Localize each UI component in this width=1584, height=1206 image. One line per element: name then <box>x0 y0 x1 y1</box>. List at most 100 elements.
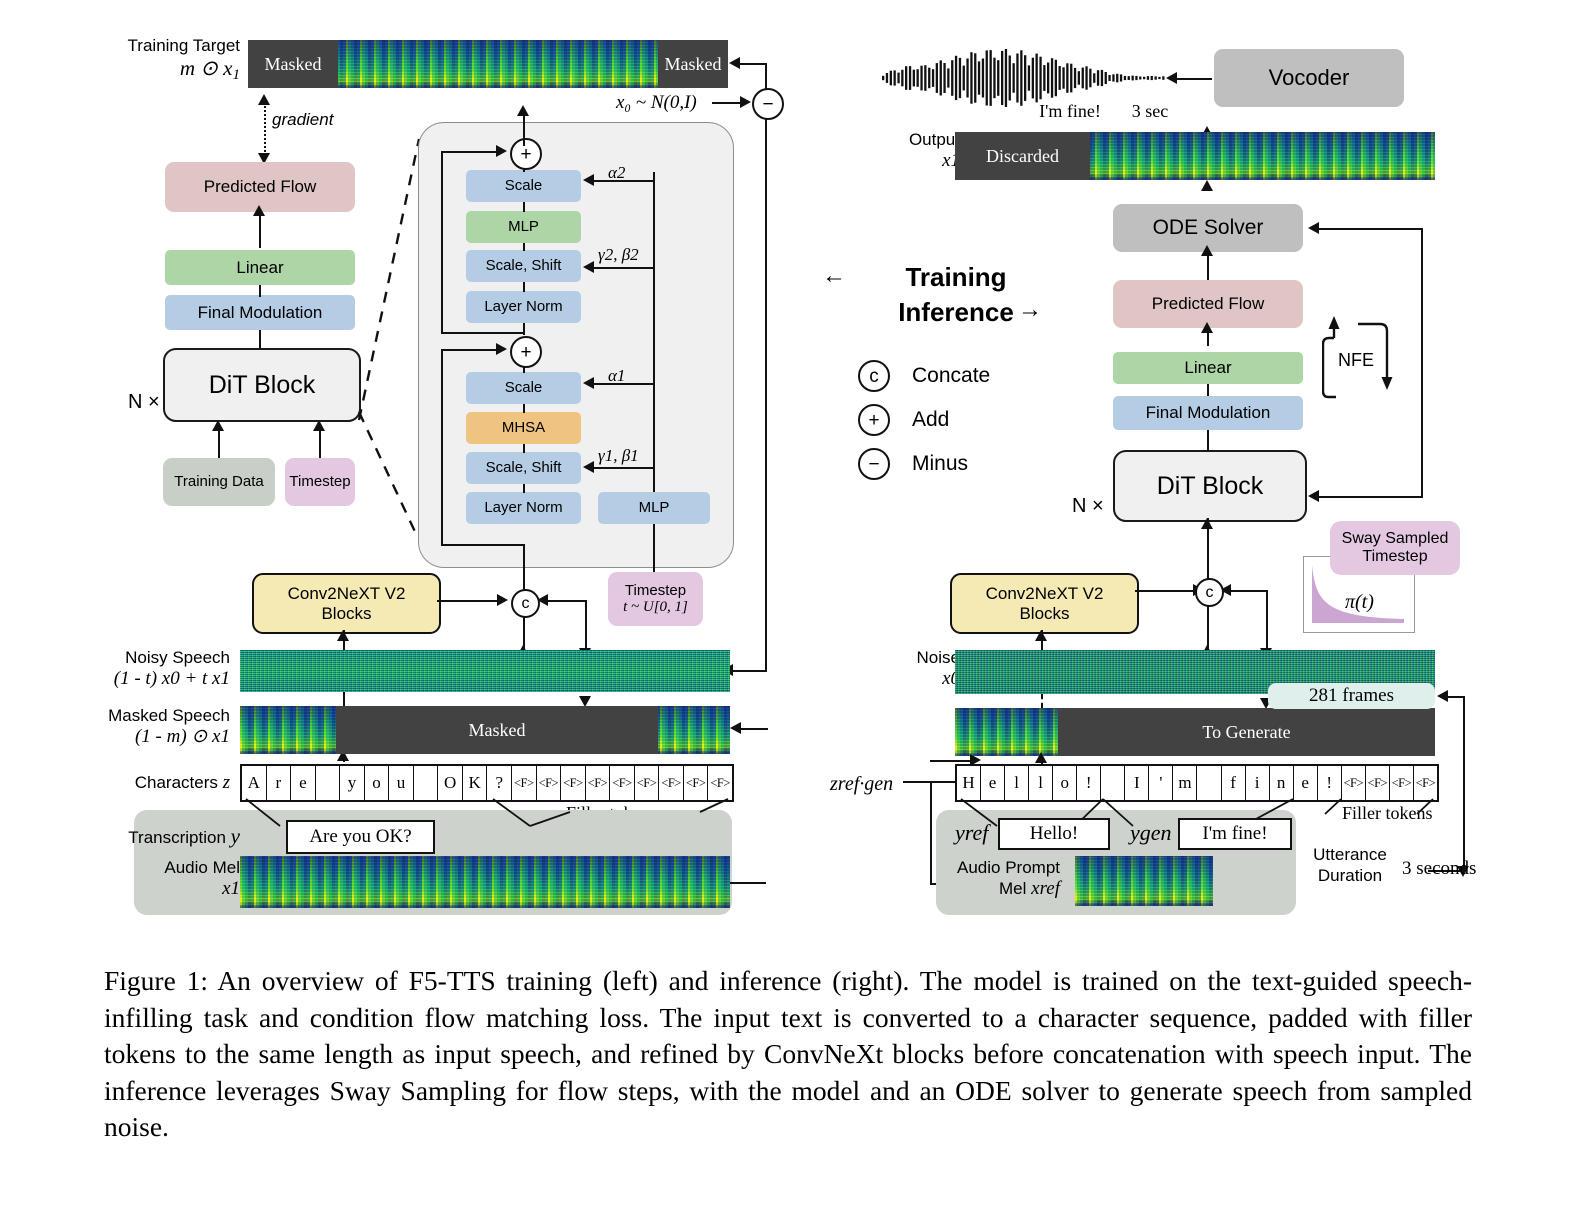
training-timestep-block: Timestep <box>285 458 355 506</box>
legend-item-concate: c Concate <box>858 360 990 392</box>
noisy-speech-feed-line <box>730 670 767 672</box>
lin-fm-line <box>259 285 261 297</box>
training-data-block: Training Data <box>163 458 275 506</box>
residual-bot-h2 <box>441 544 523 546</box>
noise-to-minus-line <box>712 102 742 104</box>
gb1-line <box>592 467 654 469</box>
residual-bot-v <box>441 349 443 546</box>
character-cell: e <box>291 766 316 800</box>
dit-scale-bot: Scale <box>466 372 581 404</box>
flow-to-ode-arrow <box>1201 245 1213 256</box>
dit-mhsa-block: MHSA <box>466 412 581 444</box>
dit-dash-4 <box>523 282 525 292</box>
sway-line-1: Sway Sampled <box>1341 529 1449 547</box>
gradient-arrow-up <box>258 94 270 105</box>
audio-prompt-mel <box>1075 856 1213 906</box>
filler-token-cell: <F> <box>684 766 709 800</box>
timestep-dist: t ~ U[0, 1] <box>623 599 688 615</box>
filler-token-cell: <F> <box>586 766 611 800</box>
dit-zoom-connectors-2 <box>355 410 425 540</box>
filler-token-cell: <F> <box>1342 766 1366 800</box>
masked-left-badge: Masked <box>248 40 338 88</box>
character-cell: l <box>1029 766 1054 800</box>
dit-scale-top: Scale <box>466 170 581 202</box>
utterance-duration-label: Utterance Duration <box>1313 845 1387 886</box>
filler-token-cell: <F> <box>659 766 684 800</box>
concate-label: Concate <box>912 364 991 387</box>
inference-direction-arrow: → <box>1018 296 1042 323</box>
minus-to-target-arrow <box>729 57 740 69</box>
character-cell: f <box>1222 766 1246 800</box>
nfe-feedback-h-top <box>1318 228 1423 230</box>
dit-scale-shift-top: Scale, Shift <box>466 250 581 282</box>
legend-training-label: Training <box>905 262 1007 292</box>
residual-bot-h <box>441 349 499 351</box>
linear-to-flow-line <box>259 212 261 248</box>
masked-dash <box>343 692 345 706</box>
gb2-label: γ2, β2 <box>598 245 639 264</box>
timestep-title: Timestep <box>624 581 687 599</box>
audio-mel-out-h <box>730 882 766 884</box>
inference-linear-block: Linear <box>1113 352 1303 384</box>
flow-to-ode-line <box>1207 252 1209 280</box>
noise-source-label: x₀ ~ N(0,I) <box>616 92 697 113</box>
character-cell: K <box>463 766 488 800</box>
sway-line-2: Timestep <box>1362 548 1428 565</box>
minus-down-line <box>765 116 767 672</box>
inf-chars-up-arrowhead <box>1035 752 1047 763</box>
training-audio-mel <box>240 856 730 908</box>
residual-top-h2 <box>441 332 523 334</box>
convnext-line-1: Conv2NeXT V2 <box>287 583 406 603</box>
figure-canvas: Training Target m ⊙ x1 Masked Masked gra… <box>0 0 1584 1206</box>
to-generate-badge: To Generate <box>1058 708 1435 756</box>
gb2-arrow <box>583 261 594 273</box>
filler-token-cell: <F> <box>710 775 730 790</box>
minus-node: − <box>752 88 784 120</box>
masked-speech-mask-badge: Masked <box>336 706 658 754</box>
character-cell <box>1197 766 1222 800</box>
masked-speech-feed-arrow <box>730 722 741 734</box>
utterance-duration-value: 3 seconds <box>1402 858 1477 879</box>
linear-to-flow-arrow-r <box>1201 322 1213 333</box>
dit-dash-3 <box>523 243 525 251</box>
mod-bus-up <box>653 172 655 492</box>
dit-layer-norm-bot: Layer Norm <box>466 492 581 524</box>
y-gen-textbox: I'm fine! <box>1178 818 1292 850</box>
dit-dash-7 <box>523 404 525 413</box>
masked-speech-feed-line <box>738 728 768 730</box>
z-ref-gen-label: zref·gen <box>830 773 894 795</box>
sway-pi-label: π(t) <box>1345 591 1374 613</box>
sway-sampled-timestep-block: Sway Sampled Timestep <box>1330 521 1460 575</box>
character-cell: ! <box>1318 766 1342 800</box>
legend-item-minus: − Minus <box>858 448 968 480</box>
add-node-top: + <box>510 138 542 170</box>
character-cell: H <box>957 766 982 800</box>
minus-top-vline <box>765 63 767 90</box>
dit-dash-2 <box>523 202 525 212</box>
filler-token-cell: <F> <box>635 766 660 800</box>
dit-layer-norm-top: Layer Norm <box>466 291 581 323</box>
masked-right-badge: Masked <box>658 40 728 88</box>
noise-to-minus-arrow <box>740 96 751 108</box>
duration-v-line <box>1463 696 1465 872</box>
character-cell: ! <box>1077 766 1102 800</box>
minus-top-line <box>740 63 767 65</box>
figure-caption: Figure 1: An overview of F5-TTS training… <box>104 965 1472 1143</box>
vocoder-to-wave-arrow <box>1166 72 1177 84</box>
training-character-strip: Ar e y o u O K? <F> <F> <F> <F> <F> <F> <F> <F> <F> <box>240 764 734 802</box>
inference-n-times-label: N × <box>1072 495 1104 517</box>
frames-badge: 281 frames <box>1268 683 1435 709</box>
z-label-h-top <box>930 760 974 762</box>
nfe-feedback-arrow-bot <box>1308 490 1319 502</box>
dit-mlp-block: MLP <box>466 211 581 243</box>
linear-fm-dash <box>1207 384 1209 396</box>
character-cell: O <box>438 766 463 800</box>
alpha2-label: α2 <box>608 163 626 182</box>
concate-icon: c <box>858 360 890 392</box>
inf-sway-bus-v <box>1266 590 1268 656</box>
dit-dash-9 <box>523 484 525 493</box>
dit-detail-output-arrow <box>517 105 529 116</box>
filler-token-cell: <F> <box>1415 775 1436 790</box>
concat-to-dit-arrow-r <box>1201 518 1213 529</box>
fm-dit-line <box>259 330 261 348</box>
